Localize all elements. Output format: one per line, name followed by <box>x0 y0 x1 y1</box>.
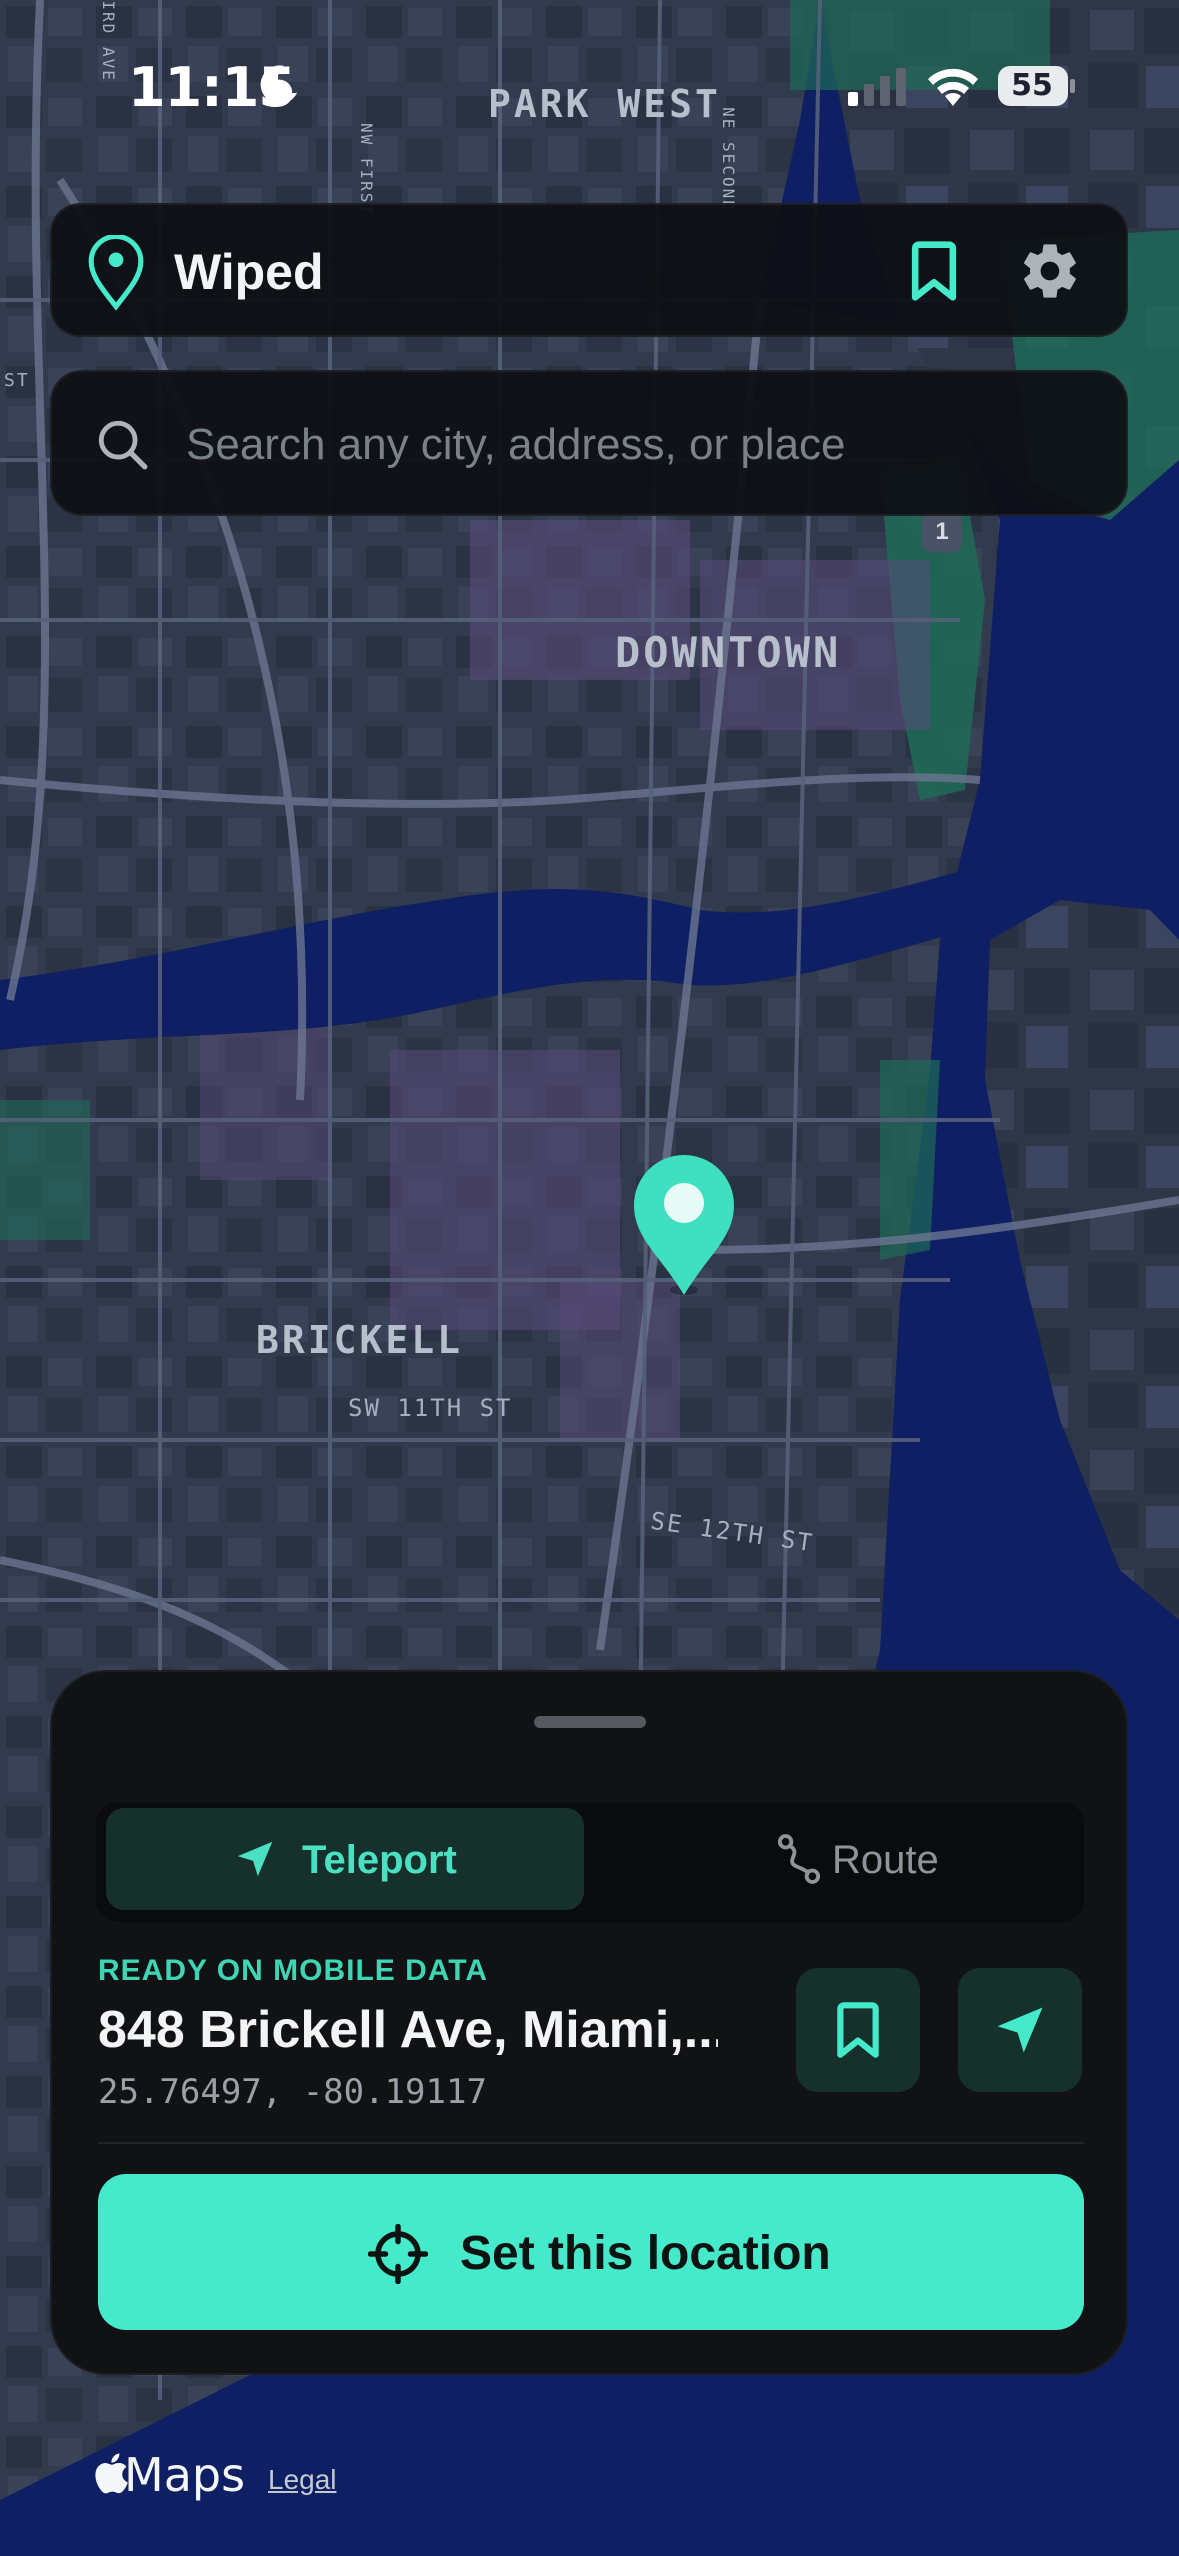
set-location-button[interactable]: Set this location <box>98 2174 1084 2330</box>
wifi-icon <box>928 68 978 106</box>
navigation-arrow-icon <box>237 1841 273 1877</box>
tab-teleport-label: Teleport <box>302 1838 457 1882</box>
set-location-label: Set this location <box>460 2227 831 2280</box>
route-path-icon <box>777 1834 821 1884</box>
street-label-sw-11th: SW 11TH ST <box>348 1394 513 1422</box>
app-header: Wiped <box>50 203 1128 337</box>
search-bar[interactable]: Search any city, address, or place <box>50 370 1128 516</box>
crosshair-icon <box>368 2224 428 2284</box>
app-title: Wiped <box>174 244 324 300</box>
bookmark-icon <box>837 2002 879 2058</box>
saved-locations-bookmark-icon[interactable] <box>904 239 964 303</box>
mode-segmented-control: Teleport Route <box>96 1802 1084 1922</box>
map-label-downtown: DOWNTOWN <box>615 628 842 677</box>
selected-address: 848 Brickell Ave, Miami,... <box>98 2001 718 2059</box>
location-bottom-sheet: Teleport Route READY ON MOBILE DATA 848 … <box>50 1670 1128 2375</box>
highway-shield: 1 <box>922 512 962 552</box>
moon-icon <box>260 65 298 104</box>
maps-attribution: Maps <box>124 2448 246 2502</box>
search-icon <box>98 420 148 470</box>
legal-link[interactable]: Legal <box>268 2464 337 2496</box>
selected-coordinates: 25.76497, -80.19117 <box>98 2072 487 2112</box>
settings-gear-icon[interactable] <box>1018 239 1082 303</box>
navigate-button[interactable] <box>958 1968 1082 2092</box>
status-bar: 11:15 55 <box>0 0 1179 170</box>
battery-percent: 55 <box>1011 68 1053 103</box>
tab-teleport[interactable]: Teleport <box>106 1808 584 1910</box>
sheet-grabber-handle[interactable] <box>534 1716 646 1728</box>
tab-route[interactable]: Route <box>596 1808 1074 1910</box>
save-location-button[interactable] <box>796 1968 920 2092</box>
cellular-signal-icon <box>848 68 906 106</box>
street-label-st: ST <box>4 370 30 391</box>
map-label-brickell: BRICKELL <box>256 1318 464 1362</box>
location-pin-icon <box>88 235 144 311</box>
tab-route-label: Route <box>832 1838 939 1882</box>
navigation-arrow-icon <box>997 2007 1043 2053</box>
connection-status: READY ON MOBILE DATA <box>98 1954 489 1987</box>
search-input[interactable]: Search any city, address, or place <box>186 420 846 470</box>
divider <box>98 2142 1084 2144</box>
